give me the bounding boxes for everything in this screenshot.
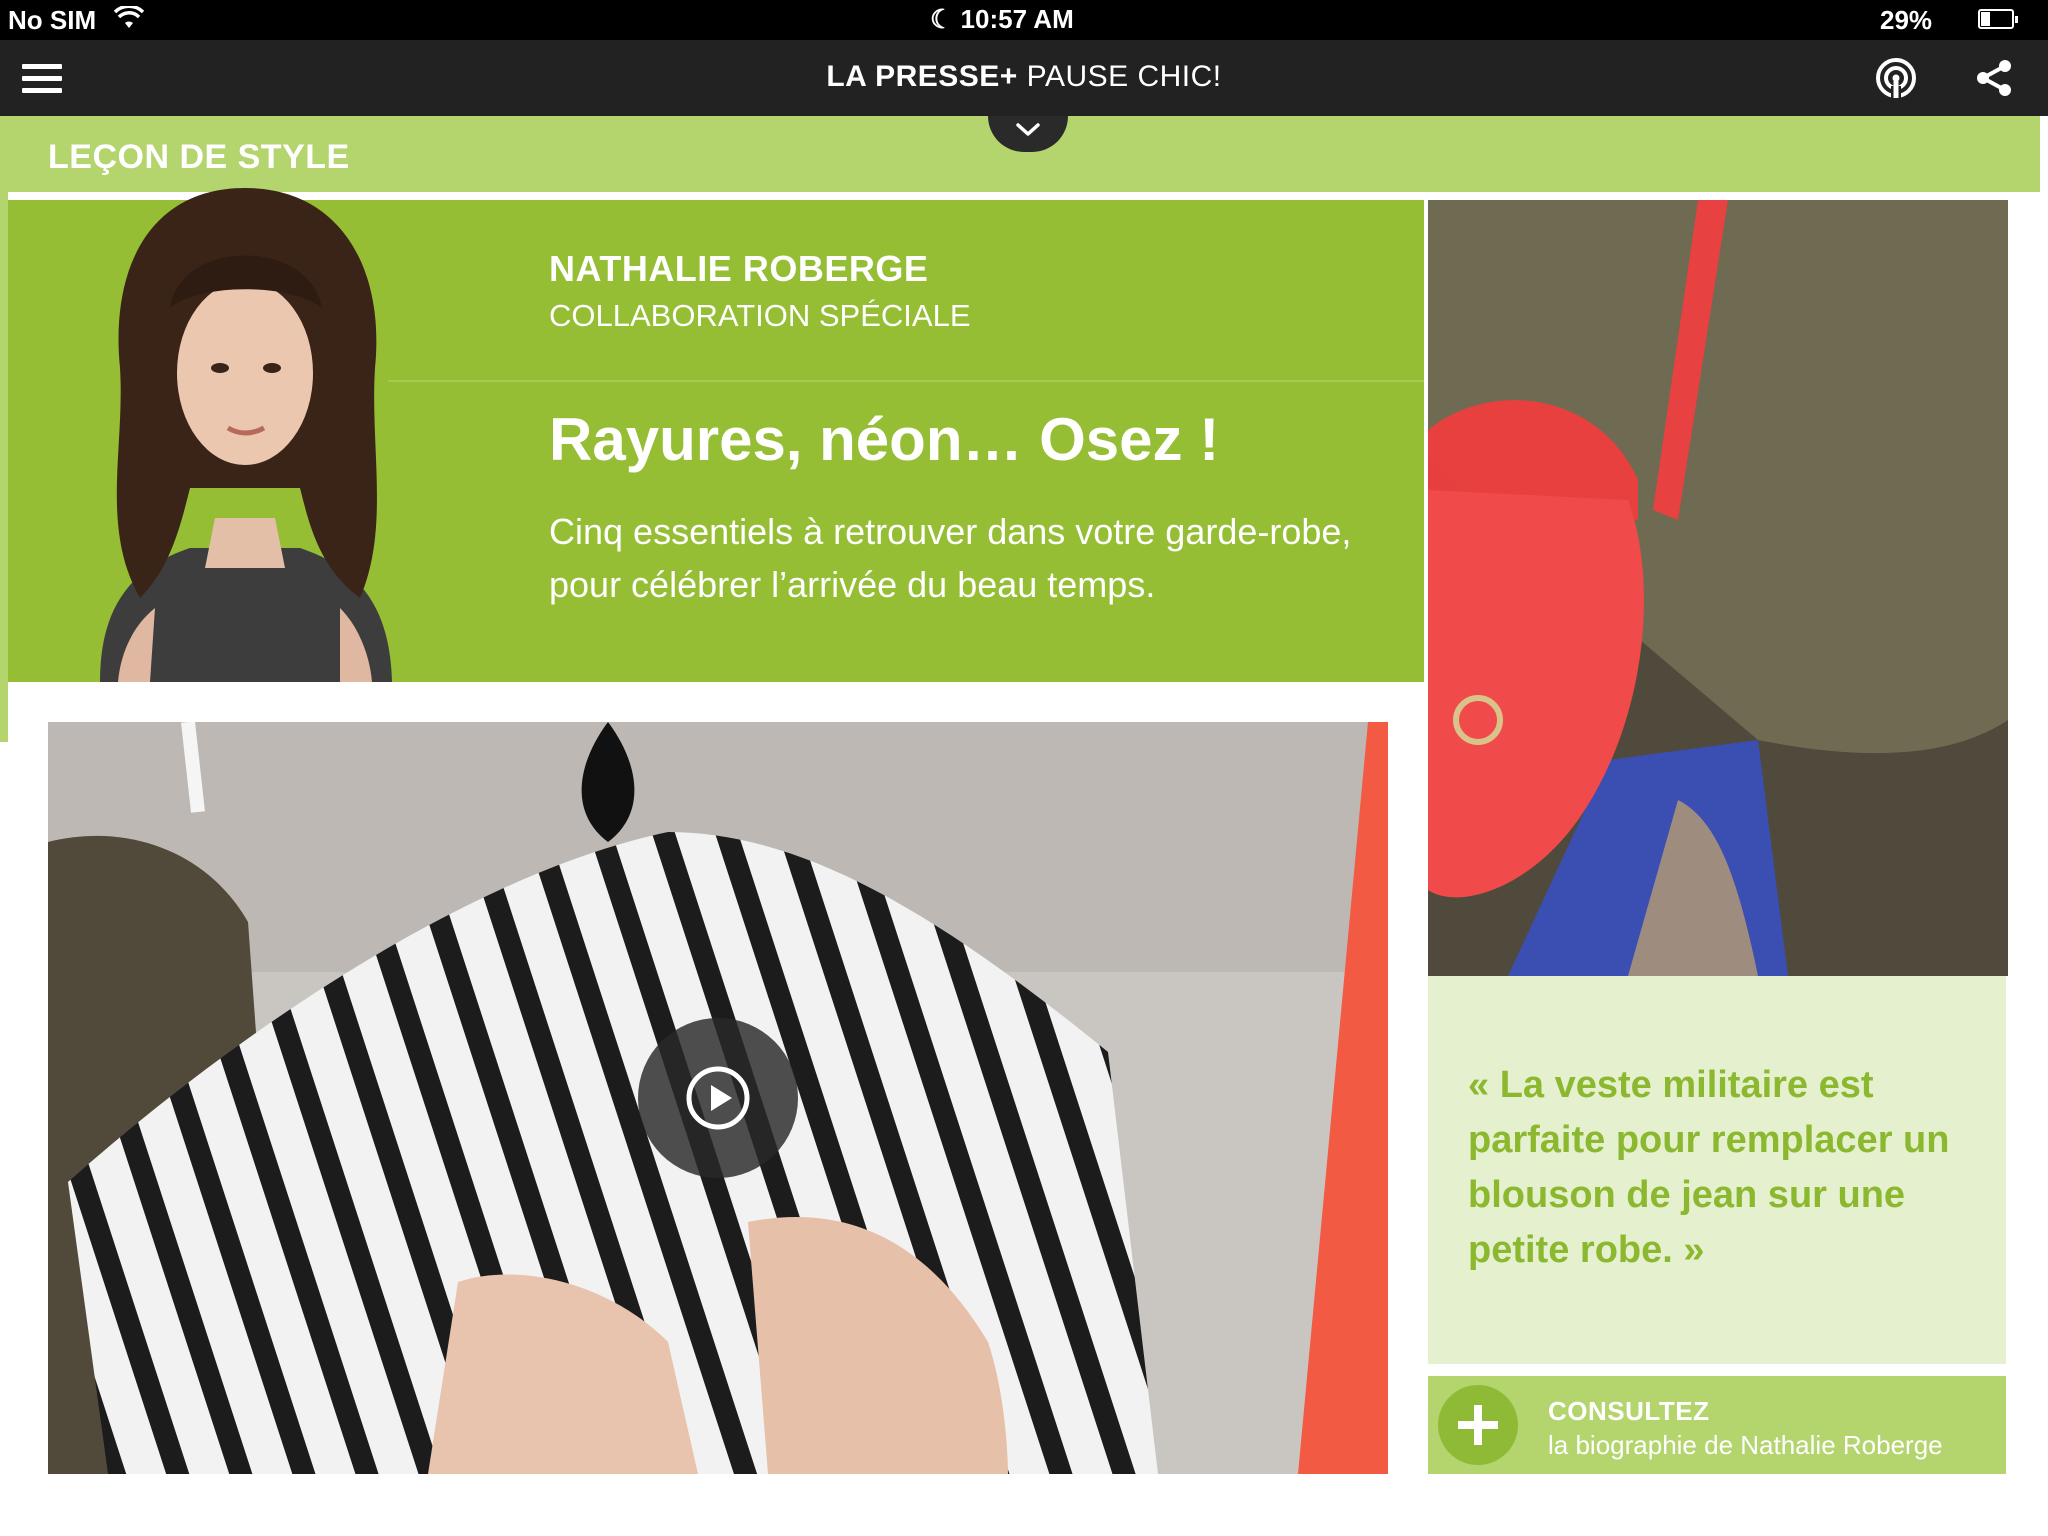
side-photo [1428,200,2008,976]
time-label: 10:57 AM [960,4,1074,34]
article-dek: Cinq essentiels à retrouver dans votre g… [549,511,1352,605]
wifi-icon [113,4,145,37]
plus-icon[interactable] [1438,1385,1518,1465]
left-edge-strip [0,116,8,742]
play-button[interactable] [638,1018,798,1178]
share-icon[interactable] [1974,58,2014,98]
right-edge-strip [2040,116,2048,1536]
author-name: NATHALIE ROBERGE [549,248,929,289]
bio-link[interactable]: CONSULTEZ la biographie de Nathalie Robe… [1428,1376,2006,1474]
quote-text: « La veste militaire est parfaite pour r… [1468,1064,1950,1271]
hero-divider [388,380,1424,382]
bio-link-title: CONSULTEZ [1548,1396,1710,1426]
bio-link-subtitle: la biographie de Nathalie Roberge [1548,1430,1943,1460]
section-label: LEÇON DE STYLE [48,138,350,176]
chevron-down-icon [1016,123,1040,136]
pull-quote: « La veste militaire est parfaite pour r… [1428,976,2006,1364]
section-name: PAUSE CHIC! [1026,60,1222,93]
moon-icon: ☾ [930,4,954,34]
battery-icon [1978,9,2018,29]
top-nav-bar: LA PRESSE+ PAUSE CHIC! [0,40,2048,116]
brand-name: LA PRESSE+ [826,60,1018,93]
status-bar: No SIM ☾ 10:57 AM 29% [0,0,2048,40]
carrier-label: No SIM [8,5,97,35]
broadcast-icon[interactable] [1874,56,1918,100]
article-headline: Rayures, néon… Osez ! [549,406,1220,473]
battery-percentage: 29% [1880,5,1933,35]
author-portrait [40,188,450,682]
author-role: COLLABORATION SPÉCIALE [549,298,971,333]
play-icon [686,1066,750,1130]
status-time: ☾ 10:57 AM [930,4,1074,35]
nav-title: LA PRESSE+ PAUSE CHIC! [0,60,2048,94]
